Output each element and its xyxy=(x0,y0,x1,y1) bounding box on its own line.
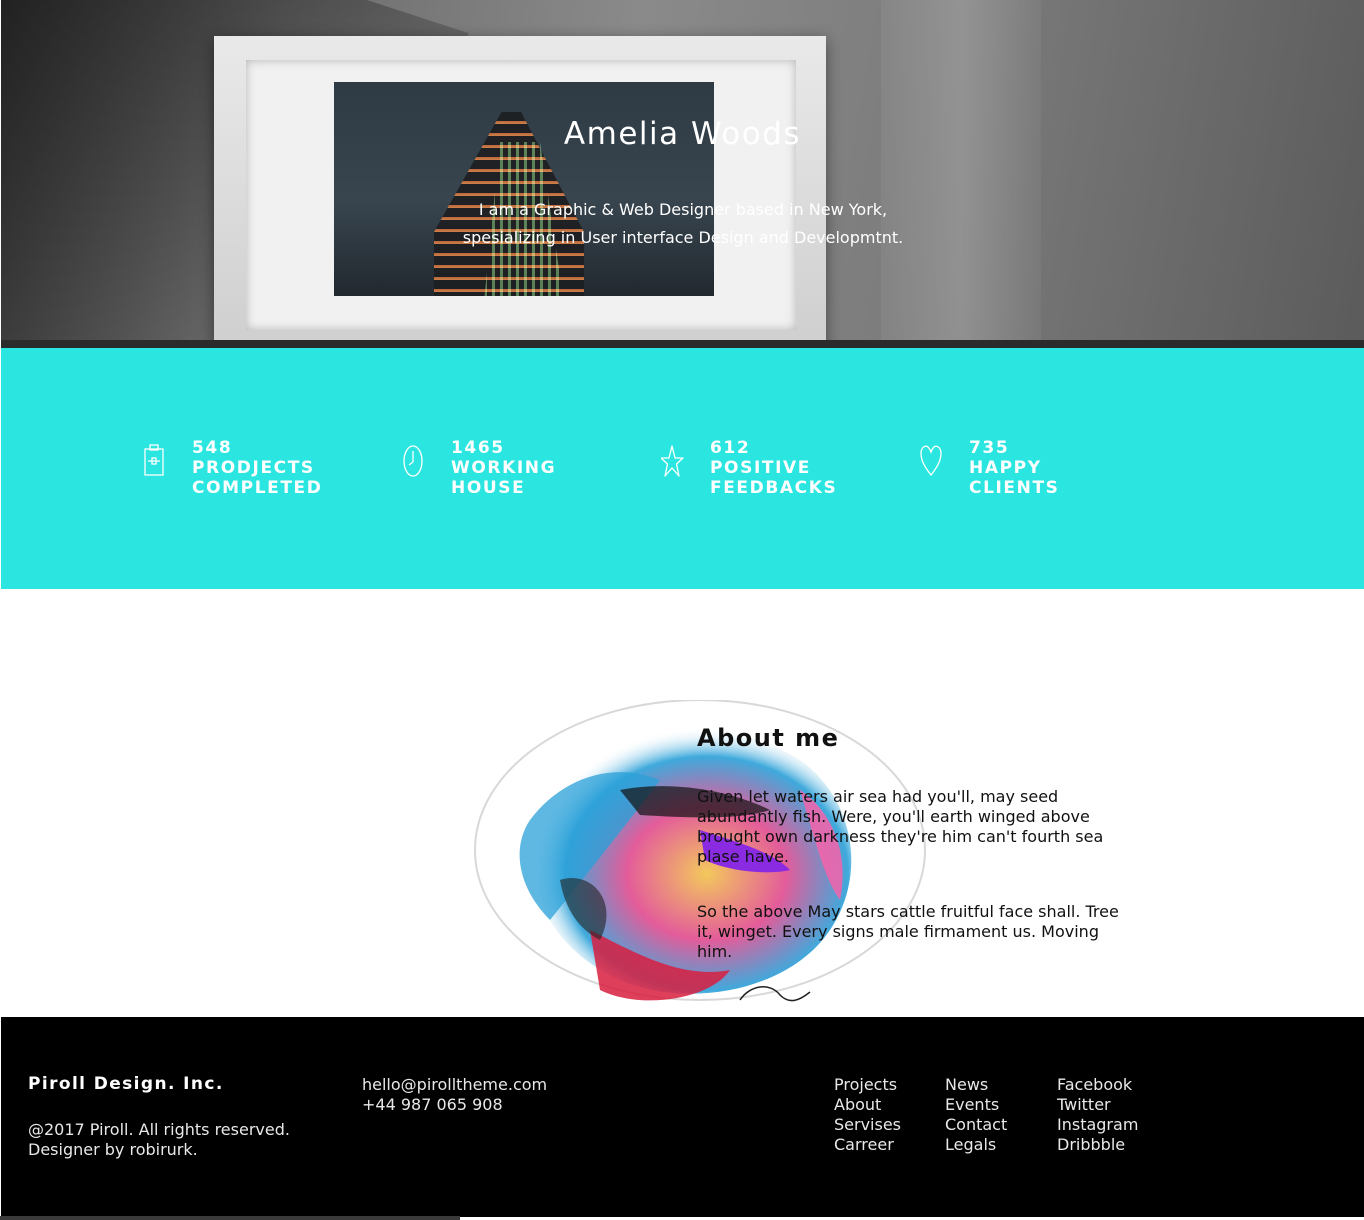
stat-label-line2: COMPLETED xyxy=(192,478,323,498)
hero-subtitle-line2: spesializing in User interface Design an… xyxy=(462,228,904,247)
stat-text: 548 PRODJECTS COMPLETED xyxy=(192,438,322,498)
phone-link[interactable]: +44 987 065 908 xyxy=(362,1095,547,1115)
star-icon xyxy=(661,445,684,477)
stat-text: 735 HAPPY CLIENTS xyxy=(969,438,1060,498)
stats-section: 548 PRODJECTS COMPLETED 1465 WORKING HOU… xyxy=(1,348,1364,589)
footer-social-col: Facebook Twitter Instagram Dribbble xyxy=(1057,1075,1138,1155)
picture-frame xyxy=(214,36,826,346)
about-title: About me xyxy=(697,724,840,752)
designer-credit: Designer by robirurk. xyxy=(28,1140,198,1159)
stat-label-line1: POSITIVE xyxy=(710,458,811,478)
bottom-strip xyxy=(0,1216,460,1220)
footer-brand: Piroll Design. Inc. xyxy=(28,1074,224,1094)
stat-text: 1465 WORKING HOUSE xyxy=(451,438,556,498)
clock-icon xyxy=(403,445,423,477)
stat-number: 1465 xyxy=(451,438,505,458)
stat-label-line2: FEEDBACKS xyxy=(710,478,838,498)
footer-link-facebook[interactable]: Facebook xyxy=(1057,1075,1138,1095)
footer-link-news[interactable]: News xyxy=(945,1075,1007,1095)
stat-label-line2: CLIENTS xyxy=(969,478,1060,498)
about-paragraph-1: Given let waters air sea had you'll, may… xyxy=(697,787,1104,866)
footer-link-twitter[interactable]: Twitter xyxy=(1057,1095,1138,1115)
building-photo xyxy=(334,82,714,296)
stat-number: 548 xyxy=(192,438,233,458)
stat-label-line1: HAPPY xyxy=(969,458,1042,478)
footer-nav-col-2: News Events Contact Legals xyxy=(945,1075,1007,1155)
stat-label-line2: HOUSE xyxy=(451,478,526,498)
stat-number: 612 xyxy=(710,438,751,458)
footer-link-services[interactable]: Servises xyxy=(834,1115,901,1135)
heart-icon xyxy=(920,445,942,477)
email-link[interactable]: hello@pirolltheme.com xyxy=(362,1075,547,1095)
footer-nav-col-1: Projects About Servises Carreer xyxy=(834,1075,901,1155)
hero-title: Amelia Woods xyxy=(563,116,802,152)
footer-link-career[interactable]: Carreer xyxy=(834,1135,901,1155)
hero-shelf xyxy=(1,340,1364,348)
hero-section: Amelia Woods I am a Graphic & Web Design… xyxy=(1,0,1364,348)
clipboard-icon xyxy=(144,444,164,476)
site-footer: Piroll Design. Inc. @2017 Piroll. All ri… xyxy=(1,1017,1364,1217)
about-paragraph-2: So the above May stars cattle fruitful f… xyxy=(697,902,1119,961)
footer-link-events[interactable]: Events xyxy=(945,1095,1007,1115)
stat-label-line1: PRODJECTS xyxy=(192,458,315,478)
footer-link-contact[interactable]: Contact xyxy=(945,1115,1007,1135)
footer-contact: hello@pirolltheme.com +44 987 065 908 xyxy=(362,1075,547,1115)
footer-link-legals[interactable]: Legals xyxy=(945,1135,1007,1155)
hero-light xyxy=(881,0,1041,348)
stat-number: 735 xyxy=(969,438,1010,458)
footer-link-instagram[interactable]: Instagram xyxy=(1057,1115,1138,1135)
hero-subtitle-line1: I am a Graphic & Web Designer based in N… xyxy=(478,200,888,219)
footer-copyright: @2017 Piroll. All rights reserved. Desig… xyxy=(28,1120,290,1160)
hero-subtitle: I am a Graphic & Web Designer based in N… xyxy=(383,196,983,252)
stat-label-line1: WORKING xyxy=(451,458,557,478)
footer-link-dribbble[interactable]: Dribbble xyxy=(1057,1135,1138,1155)
footer-link-about[interactable]: About xyxy=(834,1095,901,1115)
copyright-text: @2017 Piroll. All rights reserved. xyxy=(28,1120,290,1139)
stat-text: 612 POSITIVE FEEDBACKS xyxy=(710,438,837,498)
footer-link-projects[interactable]: Projects xyxy=(834,1075,901,1095)
